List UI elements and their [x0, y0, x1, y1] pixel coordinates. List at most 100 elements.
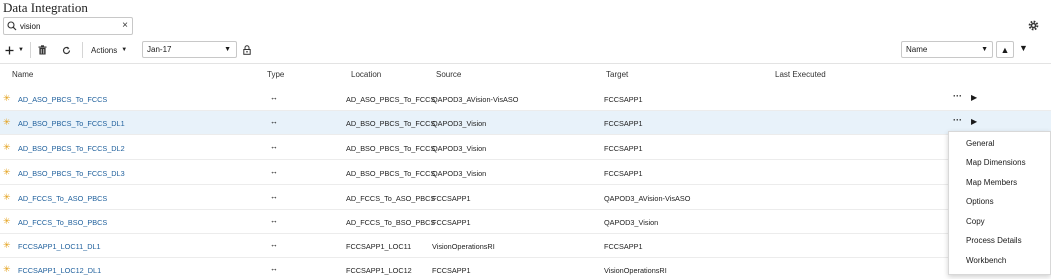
location-value: FCCSAPP1_LOC12 — [346, 266, 412, 275]
refresh-button[interactable] — [62, 42, 71, 58]
integration-name-link[interactable]: AD_ASO_PBCS_To_FCCS — [18, 95, 107, 104]
menu-item-process-details[interactable]: Process Details — [966, 236, 1022, 245]
run-icon[interactable]: ▶ — [971, 93, 977, 102]
search-icon — [7, 21, 17, 31]
search-box: × — [3, 17, 133, 35]
source-value: QAPOD3_Vision — [432, 169, 487, 178]
table-row[interactable]: ✳ FCCSAPP1_LOC12_DL1 ↔ FCCSAPP1_LOC12 FC… — [0, 258, 1051, 279]
menu-item-map-members[interactable]: Map Members — [966, 178, 1017, 187]
more-actions-icon[interactable]: ··· — [953, 91, 962, 101]
source-value: QAPOD3_Vision — [432, 144, 487, 153]
menu-item-options[interactable]: Options — [966, 197, 994, 206]
integration-name-link[interactable]: AD_BSO_PBCS_To_FCCS_DL3 — [18, 169, 125, 178]
clear-search-icon[interactable]: × — [122, 20, 128, 31]
table-row[interactable]: ✳ FCCSAPP1_LOC11_DL1 ↔ FCCSAPP1_LOC11 Vi… — [0, 234, 1051, 258]
star-icon: ✳ — [3, 264, 11, 274]
star-icon: ✳ — [3, 192, 11, 202]
column-header-last-executed[interactable]: Last Executed — [775, 70, 826, 79]
type-value: ↔ — [270, 142, 278, 151]
toolbar: ▼ Actions ▼ Jan-17 ▼ Name ▼ ▲ ▼ — [0, 39, 1051, 61]
refresh-icon — [62, 46, 71, 54]
actions-label: Actions — [91, 45, 118, 55]
source-value: VisionOperationsRI — [432, 242, 495, 251]
table-row[interactable]: ✳ AD_ASO_PBCS_To_FCCS ↔ AD_ASO_PBCS_To_F… — [0, 87, 1051, 111]
type-value: ↔ — [270, 93, 278, 102]
type-value: ↔ — [270, 216, 278, 225]
triangle-up-icon: ▲ — [1000, 44, 1010, 55]
location-value: AD_ASO_PBCS_To_FCCS — [346, 95, 436, 104]
integration-name-link[interactable]: AD_BSO_PBCS_To_FCCS_DL1 — [18, 119, 125, 128]
column-header-type[interactable]: Type — [267, 70, 284, 79]
period-select[interactable]: Jan-17 ▼ — [142, 41, 237, 58]
table-row[interactable]: ✳ AD_BSO_PBCS_To_FCCS_DL2 ↔ AD_BSO_PBCS_… — [0, 136, 1051, 160]
divider — [82, 42, 83, 58]
integration-name-link[interactable]: FCCSAPP1_LOC11_DL1 — [18, 242, 101, 251]
row-actions-menu: General Map Dimensions Map Members Optio… — [948, 131, 1051, 275]
target-value: FCCSAPP1 — [604, 169, 643, 178]
header-divider — [0, 63, 1051, 64]
star-icon: ✳ — [3, 240, 11, 250]
lock-icon — [243, 45, 251, 55]
star-icon: ✳ — [3, 93, 11, 103]
location-value: AD_FCCS_To_ASO_PBCS — [346, 194, 436, 203]
column-header-source[interactable]: Source — [436, 70, 461, 79]
triangle-down-icon: ▼ — [1019, 43, 1028, 53]
target-value: FCCSAPP1 — [604, 95, 643, 104]
actions-menu-button[interactable]: Actions ▼ — [91, 42, 127, 58]
type-value: ↔ — [270, 167, 278, 176]
target-value: QAPOD3_Vision — [604, 218, 659, 227]
source-value: FCCSAPP1 — [432, 194, 471, 203]
star-icon: ✳ — [3, 216, 11, 226]
column-header-target[interactable]: Target — [606, 70, 628, 79]
type-value: ↔ — [270, 117, 278, 126]
integration-name-link[interactable]: FCCSAPP1_LOC12_DL1 — [18, 266, 101, 275]
column-header-location[interactable]: Location — [351, 70, 381, 79]
type-value: ↔ — [270, 240, 278, 249]
table-row[interactable]: ✳ AD_BSO_PBCS_To_FCCS_DL1 ↔ AD_BSO_PBCS_… — [0, 111, 1051, 135]
star-icon: ✳ — [3, 167, 11, 177]
plus-icon — [5, 46, 14, 54]
divider — [30, 42, 31, 58]
page-title: Data Integration — [3, 0, 88, 15]
location-value: AD_BSO_PBCS_To_FCCS — [346, 119, 436, 128]
delete-button[interactable] — [38, 42, 47, 58]
target-value: FCCSAPP1 — [604, 242, 643, 251]
target-value: VisionOperationsRI — [604, 266, 667, 275]
menu-item-workbench[interactable]: Workbench — [966, 256, 1006, 265]
integration-name-link[interactable]: AD_FCCS_To_ASO_PBCS — [18, 194, 107, 203]
source-value: QAPOD3_AVision-VisASO — [432, 95, 519, 104]
table-row[interactable]: ✳ AD_FCCS_To_ASO_PBCS ↔ AD_FCCS_To_ASO_P… — [0, 186, 1051, 210]
target-value: FCCSAPP1 — [604, 119, 643, 128]
run-icon[interactable]: ▶ — [971, 117, 977, 126]
star-icon: ✳ — [3, 117, 11, 127]
column-header-name[interactable]: Name — [12, 70, 33, 79]
chevron-down-icon: ▼ — [224, 46, 231, 53]
sort-descending-button[interactable]: ▼ — [1019, 43, 1028, 53]
menu-item-general[interactable]: General — [966, 139, 994, 148]
menu-item-copy[interactable]: Copy — [966, 217, 985, 226]
search-input[interactable] — [20, 21, 120, 31]
target-value: QAPOD3_AVision-VisASO — [604, 194, 691, 203]
integration-name-link[interactable]: AD_BSO_PBCS_To_FCCS_DL2 — [18, 144, 125, 153]
location-value: AD_FCCS_To_BSO_PBCS — [346, 218, 436, 227]
chevron-down-icon: ▼ — [981, 46, 988, 53]
lock-button[interactable] — [243, 42, 251, 58]
sort-field-select[interactable]: Name ▼ — [901, 41, 993, 58]
integration-name-link[interactable]: AD_FCCS_To_BSO_PBCS — [18, 218, 107, 227]
type-value: ↔ — [270, 264, 278, 273]
star-icon: ✳ — [3, 142, 11, 152]
gear-icon[interactable] — [1028, 20, 1039, 31]
period-value: Jan-17 — [147, 45, 172, 54]
table-row[interactable]: ✳ AD_FCCS_To_BSO_PBCS ↔ AD_FCCS_To_BSO_P… — [0, 210, 1051, 234]
target-value: FCCSAPP1 — [604, 144, 643, 153]
add-button[interactable]: ▼ — [5, 42, 24, 58]
chevron-down-icon: ▼ — [18, 47, 24, 53]
chevron-down-icon: ▼ — [121, 47, 128, 53]
trash-icon — [38, 45, 47, 55]
location-value: AD_BSO_PBCS_To_FCCS — [346, 169, 436, 178]
sort-ascending-button[interactable]: ▲ — [996, 41, 1014, 58]
menu-item-map-dimensions[interactable]: Map Dimensions — [966, 158, 1026, 167]
table-row[interactable]: ✳ AD_BSO_PBCS_To_FCCS_DL3 ↔ AD_BSO_PBCS_… — [0, 161, 1051, 185]
more-actions-icon[interactable]: ··· — [953, 115, 962, 125]
source-value: FCCSAPP1 — [432, 266, 471, 275]
